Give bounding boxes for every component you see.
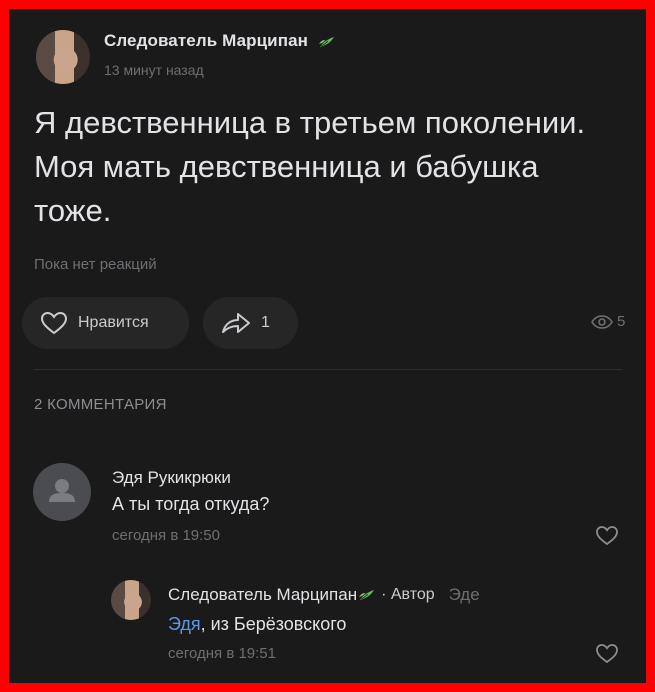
comments-header: 2 КОММЕНТАРИЯ bbox=[34, 396, 167, 413]
heart-icon bbox=[40, 311, 68, 335]
comment-like-icon[interactable] bbox=[595, 525, 619, 546]
post-card: Следователь Марципан 13 минут назад Я де… bbox=[9, 9, 646, 683]
reply-text: , из Берёзовского bbox=[200, 614, 347, 634]
reply-to-action[interactable]: Эде bbox=[449, 585, 480, 605]
like-button[interactable]: Нравится bbox=[22, 297, 189, 349]
reply-header: Следователь Марципан · Автор Эде bbox=[168, 585, 480, 605]
like-label: Нравится bbox=[78, 314, 149, 331]
reply-author[interactable]: Следователь Марципан bbox=[168, 585, 357, 605]
author-badge: · Автор bbox=[381, 586, 435, 603]
reply-text-row: Эдя, из Берёзовского bbox=[168, 614, 346, 635]
reply-like-icon[interactable] bbox=[595, 643, 619, 664]
leaf-icon bbox=[318, 36, 334, 47]
eye-icon bbox=[591, 314, 613, 329]
divider bbox=[34, 369, 622, 370]
comment-time: сегодня в 19:50 bbox=[112, 527, 220, 544]
share-icon bbox=[222, 313, 250, 333]
author-name-row[interactable]: Следователь Марципан bbox=[104, 31, 335, 51]
share-button[interactable]: 1 bbox=[203, 297, 298, 349]
reactions-status: Пока нет реакций bbox=[34, 256, 157, 273]
post-timestamp: 13 минут назад bbox=[104, 62, 204, 78]
user-icon bbox=[49, 479, 75, 502]
share-count: 1 bbox=[261, 314, 270, 331]
author-name[interactable]: Следователь Марципан bbox=[104, 31, 308, 50]
comment-text: А ты тогда откуда? bbox=[112, 494, 270, 514]
commenter-avatar[interactable] bbox=[33, 463, 91, 521]
views-counter: 5 bbox=[591, 313, 625, 330]
mention-link[interactable]: Эдя bbox=[168, 614, 201, 634]
reply-time: сегодня в 19:51 bbox=[168, 645, 276, 662]
comment-author[interactable]: Эдя Рукикрюки bbox=[112, 468, 231, 488]
author-avatar[interactable] bbox=[36, 30, 90, 84]
views-count: 5 bbox=[617, 313, 626, 330]
post-text: Я девственница в третьем поколении. Моя … bbox=[34, 105, 586, 228]
leaf-icon bbox=[359, 590, 375, 600]
reply-author-avatar[interactable] bbox=[111, 580, 151, 620]
